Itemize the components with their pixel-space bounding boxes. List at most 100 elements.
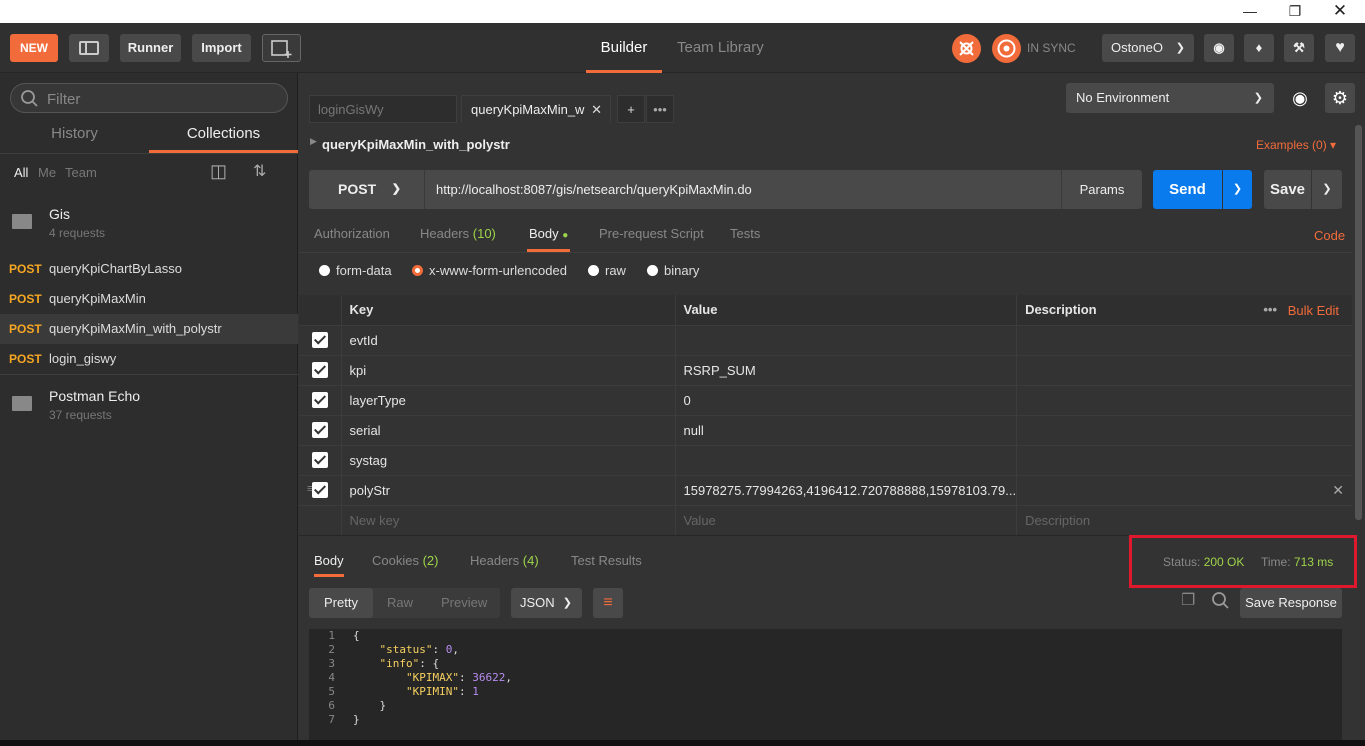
key-cell[interactable]: kpi xyxy=(341,355,676,386)
examples-dropdown[interactable]: Examples (0) ▾ xyxy=(1256,138,1336,152)
view-preview-button[interactable]: Preview xyxy=(441,588,487,618)
radio-binary[interactable]: binary xyxy=(647,263,699,278)
format-select[interactable]: JSON ❯ xyxy=(511,588,582,618)
new-key-input[interactable]: New key xyxy=(341,505,676,536)
sidebar-toggle-button[interactable] xyxy=(69,34,109,62)
key-cell[interactable]: evtId xyxy=(341,325,676,356)
new-value-input[interactable]: Value xyxy=(675,505,1018,536)
collection-postman-echo[interactable]: Postman Echo 37 requests xyxy=(0,379,298,434)
table-row[interactable]: layerType 0 xyxy=(299,385,1352,416)
response-tab-headers[interactable]: Headers (4) xyxy=(470,553,539,568)
delete-row-icon[interactable]: ✕ xyxy=(1332,482,1344,499)
description-cell[interactable] xyxy=(1016,325,1352,356)
code-link[interactable]: Code xyxy=(1314,228,1345,243)
gear-icon[interactable]: ⚙ xyxy=(1325,83,1355,113)
response-tab-body[interactable]: Body xyxy=(314,553,344,577)
eye-icon[interactable]: ◉ xyxy=(1285,83,1315,113)
new-description-input[interactable]: Description xyxy=(1016,505,1352,536)
tab-collections[interactable]: Collections xyxy=(149,119,298,153)
table-row[interactable]: systag xyxy=(299,445,1352,476)
minimize-icon[interactable]: — xyxy=(1227,0,1273,23)
description-cell[interactable] xyxy=(1016,385,1352,416)
new-tab-window-button[interactable] xyxy=(262,34,301,62)
filter-team[interactable]: Team xyxy=(65,165,97,180)
description-cell[interactable] xyxy=(1016,355,1352,386)
request-title[interactable]: queryKpiMaxMin_with_polystr xyxy=(322,137,510,152)
table-row[interactable]: serial null xyxy=(299,415,1352,446)
list-item[interactable]: POST login_giswy xyxy=(0,344,298,374)
row-checkbox[interactable] xyxy=(311,392,328,409)
value-cell[interactable]: RSRP_SUM xyxy=(675,355,1018,386)
save-options-icon[interactable]: ❯ xyxy=(1312,170,1342,209)
table-row[interactable]: ≡ polyStr 15978275.77994263,4196412.720788… xyxy=(299,475,1352,506)
collection-gis[interactable]: Gis 4 requests xyxy=(0,197,298,252)
list-item[interactable]: POST queryKpiMaxMin xyxy=(0,284,298,314)
value-cell[interactable]: null xyxy=(675,415,1018,446)
user-dropdown[interactable]: OstoneO ❯ xyxy=(1102,34,1194,62)
table-row[interactable]: kpi RSRP_SUM xyxy=(299,355,1352,386)
new-button[interactable]: NEW xyxy=(10,34,58,62)
key-cell[interactable]: serial xyxy=(341,415,676,446)
wrap-lines-icon[interactable]: ≡ xyxy=(593,588,623,618)
environment-select[interactable]: No Environment ❯ xyxy=(1066,83,1274,113)
radio-form-data[interactable]: form-data xyxy=(319,263,392,278)
runner-button[interactable]: Runner xyxy=(120,34,181,62)
tab-history[interactable]: History xyxy=(0,119,149,153)
key-cell[interactable]: systag xyxy=(341,445,676,476)
tab-headers[interactable]: Headers (10) xyxy=(420,226,496,241)
tab-builder[interactable]: Builder xyxy=(586,23,662,73)
params-button[interactable]: Params xyxy=(1061,170,1142,209)
list-item-selected[interactable]: POST queryKpiMaxMin_with_polystr xyxy=(0,314,298,344)
bell-icon[interactable]: ♦ xyxy=(1244,34,1274,62)
description-cell[interactable]: ✕ xyxy=(1016,475,1352,506)
copy-icon[interactable]: ❐ xyxy=(1181,590,1195,610)
filter-me[interactable]: Me xyxy=(38,165,56,180)
value-cell[interactable]: 15978275.77994263,4196412.720788888,1597… xyxy=(675,475,1018,506)
view-pretty-button[interactable]: Pretty xyxy=(309,588,373,618)
save-button[interactable]: Save xyxy=(1264,170,1311,209)
tab-authorization[interactable]: Authorization xyxy=(314,226,390,241)
import-button[interactable]: Import xyxy=(192,34,251,62)
tab-request-1[interactable]: loginGisWy xyxy=(309,95,457,123)
radio-raw[interactable]: raw xyxy=(588,263,626,278)
wrench-icon[interactable]: ⚒ xyxy=(1284,34,1314,62)
row-checkbox[interactable] xyxy=(311,452,328,469)
more-tabs-icon[interactable]: ••• xyxy=(646,95,674,123)
capture-icon[interactable]: ◉ xyxy=(1204,34,1234,62)
list-item[interactable]: POST queryKpiChartByLasso xyxy=(0,254,298,284)
filter-all[interactable]: All xyxy=(14,165,28,180)
view-raw-button[interactable]: Raw xyxy=(387,588,413,618)
description-cell[interactable] xyxy=(1016,415,1352,446)
method-select[interactable]: POST ❯ xyxy=(309,170,425,209)
table-row-new[interactable]: New key Value Description xyxy=(299,505,1352,536)
new-collection-icon[interactable]: ◫ xyxy=(210,161,227,182)
close-tab-icon[interactable]: ✕ xyxy=(591,96,602,124)
restore-icon[interactable]: ❐ xyxy=(1272,0,1318,23)
tab-team-library[interactable]: Team Library xyxy=(677,23,764,73)
tab-body[interactable]: Body ● xyxy=(527,226,571,252)
description-cell[interactable] xyxy=(1016,445,1352,476)
row-checkbox[interactable] xyxy=(311,332,328,349)
tab-prerequest-script[interactable]: Pre-request Script xyxy=(599,226,704,241)
row-checkbox[interactable] xyxy=(311,422,328,439)
search-response-icon[interactable] xyxy=(1211,591,1231,614)
sort-icon[interactable]: ⇅ xyxy=(253,161,266,181)
interceptor-icon[interactable] xyxy=(952,34,981,63)
table-row[interactable]: evtId xyxy=(299,325,1352,356)
row-checkbox[interactable] xyxy=(311,362,328,379)
value-cell[interactable] xyxy=(675,445,1018,476)
filter-input[interactable]: Filter xyxy=(10,83,288,113)
send-button[interactable]: Send xyxy=(1153,170,1222,209)
heart-icon[interactable]: ♥ xyxy=(1325,34,1355,62)
key-cell[interactable]: layerType xyxy=(341,385,676,416)
more-icon[interactable]: ••• xyxy=(1263,302,1277,317)
expand-arrow-icon[interactable]: ▶ xyxy=(310,136,317,147)
tab-tests[interactable]: Tests xyxy=(730,226,760,241)
key-cell[interactable]: polyStr xyxy=(341,475,676,506)
add-tab-button[interactable]: + xyxy=(617,95,645,123)
bulk-edit-link[interactable]: Bulk Edit xyxy=(1288,303,1339,318)
radio-urlencoded[interactable]: x-www-form-urlencoded xyxy=(412,263,567,278)
save-response-button[interactable]: Save Response xyxy=(1240,588,1342,618)
response-body[interactable]: 1 2 3 4 5 6 7 { "status": 0, "info": { "… xyxy=(309,629,1342,746)
send-options-icon[interactable]: ❯ xyxy=(1223,170,1252,209)
